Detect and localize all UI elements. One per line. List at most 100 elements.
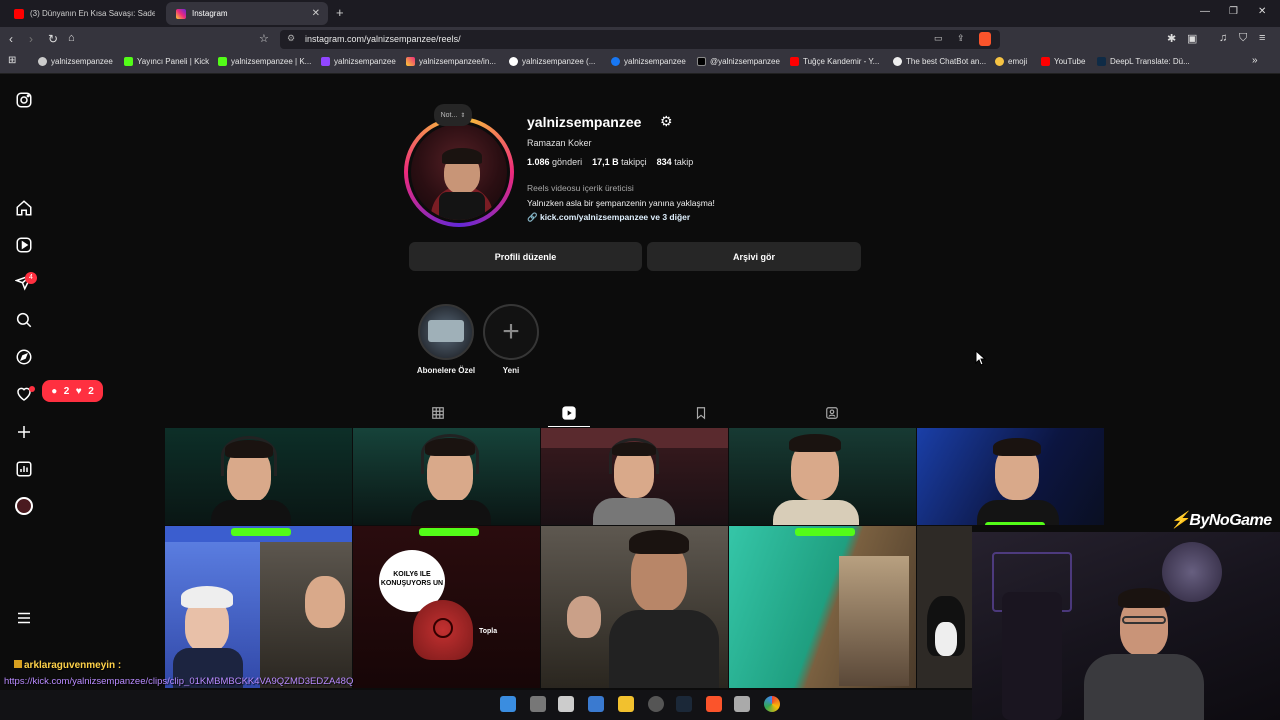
sidebar-icon[interactable]: ▣ [1187,32,1197,45]
steam-icon[interactable] [676,696,692,712]
tab-instagram[interactable]: Instagram ✕ [166,2,328,25]
edit-profile-button[interactable]: Profili düzenle [409,242,642,271]
twitch-icon [321,57,330,66]
back-icon[interactable]: ‹ [9,32,13,46]
bookmark-item[interactable]: Tuğçe Kandemir - Y... [790,57,879,66]
obs-icon[interactable] [648,696,664,712]
bookmark-item[interactable]: DeepL Translate: Dü... [1097,57,1190,66]
chat-badge-icon [14,660,22,668]
following-stat[interactable]: 834 takip [657,157,694,167]
bookmark-item[interactable]: yalnizsempanzee (... [509,57,595,66]
bookmark-icon[interactable]: ☆ [259,32,269,45]
forward-icon[interactable]: › [29,32,33,46]
instagram-icon [176,8,186,19]
tagged-tab-icon[interactable] [822,403,842,423]
youtube-icon [1041,57,1050,66]
menu-icon[interactable]: ≡ [1259,32,1265,44]
brave-icon[interactable] [706,696,722,712]
minimize-icon[interactable]: — [1200,6,1210,17]
new-tab-button[interactable]: + [336,5,344,20]
shirt [411,500,491,525]
posts-grid-tab-icon[interactable] [428,403,448,423]
reload-icon[interactable]: ↻ [48,32,58,46]
search-icon[interactable] [14,310,34,330]
brave-shield-icon[interactable] [979,32,991,46]
face [305,576,345,628]
bookmark-item[interactable]: Yayıncı Paneli | Kick [124,57,209,66]
highlight-subscribers[interactable] [418,304,474,360]
bookmark-item[interactable]: @yalnizsempanzee [697,57,780,66]
vpn-icon[interactable]: ⛉ [1239,32,1247,45]
bookmark-label: yalnizsempanzee/in... [419,57,496,66]
more-bookmarks-icon[interactable]: » [1252,55,1258,66]
bookmark-item[interactable]: YouTube [1041,57,1085,66]
profile-stats: 1.086 gönderi 17,1 B takipçi 834 takip [527,157,693,167]
bookmark-item[interactable]: yalnizsempanzee [611,57,686,66]
site-info-icon[interactable]: ⚙ [287,33,295,44]
reel-thumbnail[interactable] [729,428,916,525]
home-icon[interactable] [14,198,34,218]
apps-grid-icon[interactable]: ⊞ [8,55,16,66]
reels-tab-icon[interactable] [559,403,579,423]
create-icon[interactable] [14,422,34,442]
followers-stat[interactable]: 17,1 B takipçi [592,157,647,167]
chrome-icon[interactable] [764,696,780,712]
more-menu-icon[interactable] [14,608,34,628]
view-archive-button[interactable]: Arşivi gör [647,242,861,271]
profile-link[interactable]: 🔗 kick.com/yalnizsempanzee ve 3 diğer [527,212,690,223]
bookmark-label: yalnizsempanzee | K... [231,57,312,66]
reel-thumbnail[interactable] [165,428,352,525]
topla-label: Topla [479,628,498,635]
settings-gear-icon[interactable]: ⚙ [660,113,673,130]
bookmark-label: The best ChatBot an... [906,57,987,66]
bookmark-item[interactable]: The best ChatBot an... [893,57,986,66]
media-player-icon[interactable] [734,696,750,712]
profile-avatar[interactable] [408,121,510,223]
close-window-icon[interactable]: ✕ [1258,6,1266,17]
tab-youtube[interactable]: (3) Dünyanın En Kısa Savaşı: Sadece [4,2,162,25]
new-highlight-button[interactable]: + [483,304,539,360]
reel-thumbnail[interactable] [541,526,728,688]
close-tab-icon[interactable]: ✕ [312,8,320,19]
reel-thumbnail[interactable]: KOILY6 ILE KONUŞUYORS UN Topla [353,526,540,688]
cat-white-chest [935,622,957,656]
profile-avatar-icon[interactable] [14,496,34,516]
bookmark-item[interactable]: yalnizsempanzee [38,57,113,66]
bookmark-item[interactable]: yalnizsempanzee/in... [406,57,496,66]
explore-icon[interactable] [14,347,34,367]
instagram-logo-icon[interactable] [14,90,34,110]
saved-tab-icon[interactable] [691,403,711,423]
posts-stat[interactable]: 1.086 gönderi [527,157,582,167]
face [567,596,601,638]
cast-icon[interactable]: ▭ [934,33,943,44]
tab-title: (3) Dünyanın En Kısa Savaşı: Sadece [30,9,155,18]
share-icon[interactable]: ⇪ [957,33,965,44]
address-bar[interactable]: ⚙ instagram.com/yalnizsempanzee/reels/ ▭… [280,30,1000,49]
file-explorer-icon[interactable] [618,696,634,712]
hair [225,440,273,458]
reel-thumbnail[interactable] [917,428,1104,525]
bookmark-item[interactable]: yalnizsempanzee [321,57,396,66]
reel-thumbnail[interactable] [729,526,916,688]
profile-note[interactable]: Not... ⇕ [434,104,472,126]
reel-thumbnail[interactable] [353,428,540,525]
home-icon[interactable]: ⌂ [68,32,75,44]
media-icon[interactable]: ♫ [1219,32,1227,44]
reels-icon[interactable] [14,235,34,255]
bookmark-item[interactable]: emoji [995,57,1027,66]
link-icon: 🔗 [527,212,538,222]
task-view-icon[interactable] [530,696,546,712]
restore-icon[interactable]: ❐ [1229,6,1238,17]
reel-thumbnail[interactable] [917,526,972,688]
hair [425,438,475,456]
reel-thumbnail[interactable] [541,428,728,525]
bookmark-label: yalnizsempanzee [334,57,396,66]
windows-start-icon[interactable] [500,696,516,712]
photos-icon[interactable] [588,696,604,712]
bookmark-item[interactable]: yalnizsempanzee | K... [218,57,311,66]
notification-pill[interactable]: ● 2 ♥ 2 [42,380,103,402]
extensions-icon[interactable]: ✱ [1167,32,1176,45]
snipping-tool-icon[interactable] [558,696,574,712]
reel-thumbnail[interactable] [165,526,352,688]
dashboard-icon[interactable] [14,459,34,479]
